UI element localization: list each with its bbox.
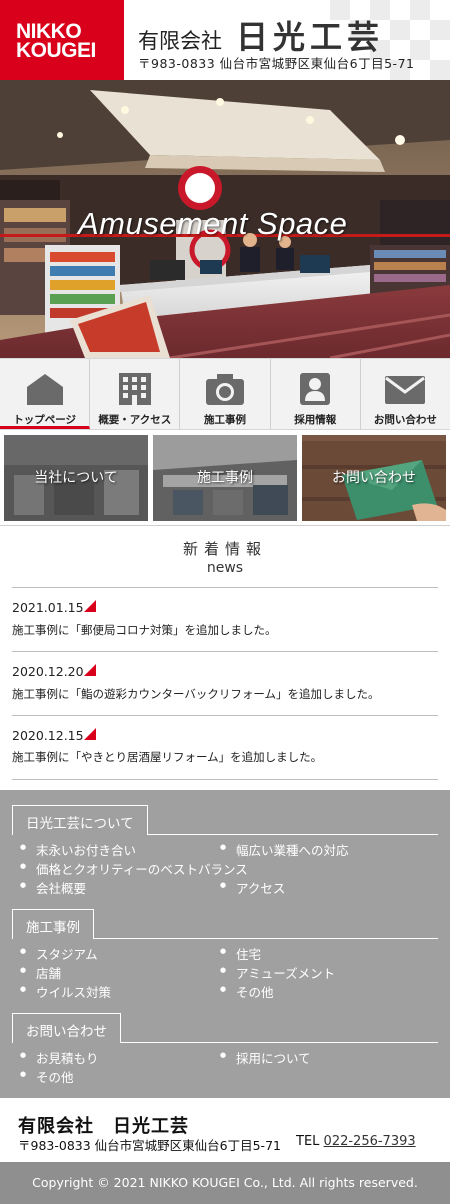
company-name: 日光工芸 <box>236 18 385 56</box>
news-text: 施工事例に「郵便局コロナ対策」を追加しました。 <box>12 623 277 637</box>
tile-works[interactable]: 施工事例 <box>153 435 297 521</box>
news-date: 2021.01.15 <box>12 600 84 615</box>
link-recruit[interactable]: 採用について <box>220 1048 311 1067</box>
footer-tel: TEL 022-256-7393 <box>296 1134 416 1149</box>
tile-works-label: 施工事例 <box>197 470 253 486</box>
home-icon <box>26 374 63 405</box>
link-long-relationship[interactable]: 末永いお付き合い <box>20 840 136 859</box>
nav-label-contact: お問い合わせ <box>373 414 437 426</box>
tile-contact[interactable]: お問い合わせ <box>302 435 446 521</box>
news-flag-icon <box>84 728 96 740</box>
nav-item-top[interactable]: トップページ <box>0 359 91 429</box>
nav-label-recruit: 採用情報 <box>294 414 337 426</box>
nav-label-top: トップページ <box>13 414 76 426</box>
link-wide-industries[interactable]: 幅広い業種への対応 <box>220 840 348 859</box>
nav-label-about: 概要・アクセス <box>98 414 172 426</box>
company-title: 有限会社 日光工芸 <box>138 12 384 58</box>
footer-tel-label: TEL <box>296 1134 320 1149</box>
section-heading-contact[interactable]: お問い合わせ <box>12 1013 121 1043</box>
footer-address: 〒983-0833 仙台市宮城野区東仙台6丁目5-71 <box>18 1138 281 1153</box>
building-icon <box>118 373 151 405</box>
footer-tel-link[interactable]: 022-256-7393 <box>324 1134 416 1149</box>
feature-tiles: 当社について 施工事例 お問い合わせ <box>4 435 446 521</box>
news-text: 施工事例に「鮨の遊彩カウンターバックリフォーム」を追加しました。 <box>12 687 380 701</box>
link-works-other[interactable]: その他 <box>220 982 273 1001</box>
nav-item-about[interactable]: 概要・アクセス <box>90 359 181 429</box>
tiles-divider <box>0 525 450 526</box>
news-title: 新着情報 <box>182 540 267 558</box>
news-date: 2020.12.20 <box>12 664 84 679</box>
camera-icon <box>206 374 244 405</box>
person-card-icon <box>300 373 331 405</box>
copyright: Copyright © 2021 NIKKO KOUGEI Co., Ltd. … <box>0 1162 450 1204</box>
nav-item-contact[interactable]: お問い合わせ <box>360 359 450 429</box>
hero-image: Amusement Space <box>0 80 450 358</box>
site-logo[interactable]: NIKKO KOUGEI <box>0 0 124 80</box>
header-address: 〒983-0833 仙台市宮城野区東仙台6丁目5-71 <box>138 56 415 71</box>
link-virus-measures[interactable]: ウイルス対策 <box>20 982 111 1001</box>
news-divider <box>12 715 438 716</box>
tile-about-label: 当社について <box>34 470 118 486</box>
hero-title: Amusement Space <box>78 206 348 241</box>
link-housing[interactable]: 住宅 <box>220 944 261 963</box>
link-company-overview[interactable]: 会社概要 <box>20 878 86 897</box>
nav-item-works[interactable]: 施工事例 <box>180 359 271 429</box>
news-divider <box>12 651 438 652</box>
news-date: 2020.12.15 <box>12 728 84 743</box>
news-text: 施工事例に「やきとり居酒屋リフォーム」を追加しました。 <box>12 750 323 764</box>
section-heading-works[interactable]: 施工事例 <box>12 909 94 939</box>
logo-line-2: KOUGEI <box>16 39 96 62</box>
link-estimate[interactable]: お見積もり <box>20 1048 98 1067</box>
tile-contact-label: お問い合わせ <box>332 470 416 486</box>
company-footer: 有限会社 日光工芸 〒983-0833 仙台市宮城野区東仙台6丁目5-71 TE… <box>0 1098 450 1162</box>
nav-label-works: 施工事例 <box>204 414 246 426</box>
site-header: NIKKO KOUGEI 有限会社 日光工芸 〒983-0833 仙台市宮城野区… <box>0 0 450 80</box>
link-shops[interactable]: 店舗 <box>20 963 61 982</box>
company-kind: 有限会社 <box>138 29 222 53</box>
section-heading-about[interactable]: 日光工芸について <box>12 805 148 835</box>
news-divider <box>12 779 438 780</box>
footer-links: 日光工芸について 末永いお付き合い 幅広い業種への対応 価格とクオリティーのベス… <box>0 790 450 1098</box>
link-stadium[interactable]: スタジアム <box>20 944 98 963</box>
main-nav: トップページ 概要・アクセス 施工事例 採用情報 お問い合わせ <box>0 358 450 430</box>
mail-icon <box>385 376 426 404</box>
news-flag-icon <box>84 664 96 676</box>
news-divider <box>12 587 438 588</box>
link-price-quality[interactable]: 価格とクオリティーのベストバランス <box>20 859 248 878</box>
link-access[interactable]: アクセス <box>220 878 286 897</box>
link-contact-other[interactable]: その他 <box>20 1067 73 1086</box>
news-flag-icon <box>84 600 96 612</box>
link-amusement[interactable]: アミューズメント <box>220 963 335 982</box>
nav-item-recruit[interactable]: 採用情報 <box>270 359 361 429</box>
tile-about[interactable]: 当社について <box>4 435 148 521</box>
news-subtitle: news <box>206 560 244 576</box>
